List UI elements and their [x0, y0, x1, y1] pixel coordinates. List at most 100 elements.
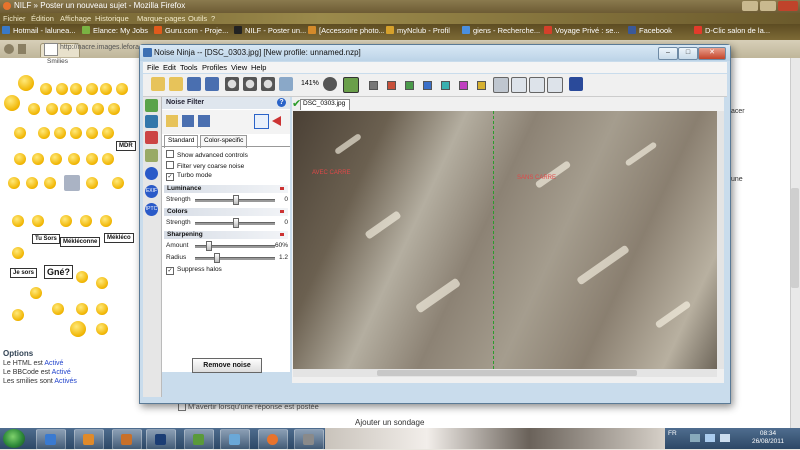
smiley-icon[interactable]: [50, 153, 62, 165]
sign-mekleco[interactable]: Mékléco: [104, 233, 134, 243]
smiley-icon[interactable]: [32, 215, 44, 227]
photo-preview[interactable]: [293, 111, 717, 369]
colors-slider-thumb[interactable]: [233, 218, 239, 228]
menu-historique[interactable]: Historique: [95, 14, 129, 23]
smiley-icon[interactable]: [80, 215, 92, 227]
bookmark-elance[interactable]: Elance: My Jobs: [82, 26, 152, 37]
colors-section[interactable]: Colors: [164, 208, 288, 216]
close-icon[interactable]: [778, 1, 798, 11]
split-vertical-icon[interactable]: [511, 77, 527, 93]
smiley-icon[interactable]: [76, 271, 88, 283]
smiley-icon[interactable]: [96, 323, 108, 335]
sign-mekleconne[interactable]: Mékléconne: [60, 237, 101, 247]
smiley-icon[interactable]: [28, 103, 40, 115]
sign-je-sors[interactable]: Je sors: [10, 268, 38, 278]
save-profile-icon[interactable]: [182, 115, 194, 127]
bookmark-facebook[interactable]: Facebook: [628, 26, 690, 37]
red-swatch-icon[interactable]: [387, 81, 396, 90]
magenta-swatch-icon[interactable]: [459, 81, 468, 90]
smiley-icon[interactable]: [32, 153, 44, 165]
smiley-icon[interactable]: [70, 127, 82, 139]
iptc-icon[interactable]: IPTC: [145, 203, 158, 216]
smiley-icon[interactable]: [86, 127, 98, 139]
smiley-icon[interactable]: [56, 83, 68, 95]
menu-fichier[interactable]: Fichier: [3, 14, 26, 23]
smiley-icon[interactable]: [92, 103, 104, 115]
notify-checkbox[interactable]: [178, 403, 186, 411]
back-arrow-icon[interactable]: [323, 77, 337, 91]
cyan-swatch-icon[interactable]: [441, 81, 450, 90]
clock[interactable]: 08:34 26/08/2011: [752, 430, 784, 446]
firefox-window-controls[interactable]: [742, 1, 798, 11]
save-profile-as-icon[interactable]: [198, 115, 210, 127]
sharpening-radius-slider[interactable]: [195, 257, 275, 260]
smiley-icon[interactable]: [4, 95, 20, 111]
show-advanced-checkbox[interactable]: Show advanced controls: [166, 150, 248, 159]
coarse-noise-checkbox[interactable]: Filter very coarse noise: [166, 161, 244, 170]
bookmark-d-clic[interactable]: D-Clic salon de la...: [694, 26, 798, 37]
html-active-link[interactable]: Activé: [44, 360, 63, 367]
smiley-icon[interactable]: [60, 103, 72, 115]
smiley-icon[interactable]: [100, 215, 112, 227]
smiley-icon[interactable]: [64, 175, 80, 191]
luminance-section[interactable]: Luminance: [164, 185, 288, 193]
smiley-icon[interactable]: [102, 127, 114, 139]
histogram-icon[interactable]: [145, 99, 158, 112]
side-by-side-icon[interactable]: [547, 77, 563, 93]
brush-icon[interactable]: [145, 131, 158, 144]
menu-edition[interactable]: Édition: [31, 14, 54, 23]
smiley-icon[interactable]: [8, 177, 20, 189]
single-view-icon[interactable]: [493, 77, 509, 93]
smiley-icon[interactable]: [100, 83, 112, 95]
bookmark-mynclub[interactable]: myNclub - Profil: [386, 26, 460, 37]
smiley-icon[interactable]: [70, 321, 86, 337]
bookmark-hotmail[interactable]: Hotmail - lalunea...: [2, 26, 82, 37]
smiley-icon[interactable]: [46, 103, 58, 115]
smiley-icon[interactable]: [54, 127, 66, 139]
smiley-icon[interactable]: [108, 103, 120, 115]
zoom-in-icon[interactable]: [225, 77, 239, 91]
green-swatch-icon[interactable]: [405, 81, 414, 90]
noise-filter-icon[interactable]: [145, 115, 158, 128]
smiley-icon[interactable]: [52, 303, 64, 315]
bookmark-giens[interactable]: giens - Recherche...: [462, 26, 542, 37]
open-profile-icon[interactable]: [169, 77, 183, 91]
maximize-icon[interactable]: [760, 1, 776, 11]
taskbar-noise-ninja[interactable]: [294, 429, 324, 450]
nn-maximize-icon[interactable]: □: [678, 47, 698, 60]
taskbar-explorer[interactable]: [36, 429, 66, 450]
split-horizontal-icon[interactable]: [529, 77, 545, 93]
minimize-icon[interactable]: [742, 1, 758, 11]
smiley-icon[interactable]: [26, 177, 38, 189]
nn-menu-help[interactable]: Help: [251, 63, 266, 72]
save-as-icon[interactable]: [205, 77, 219, 91]
sign-tu-sors[interactable]: Tu Sors: [32, 234, 60, 244]
turbo-mode-checkbox[interactable]: ✓ Turbo mode: [166, 172, 212, 181]
smiley-icon[interactable]: [86, 153, 98, 165]
color-icon[interactable]: [145, 149, 158, 162]
bbcode-active-link[interactable]: Activé: [52, 369, 71, 376]
collapse-arrow-icon[interactable]: [272, 116, 281, 126]
sign-mdr[interactable]: MDR: [116, 141, 136, 151]
reset-icon[interactable]: [254, 114, 269, 129]
start-button-icon[interactable]: [3, 429, 25, 448]
open-folder-icon[interactable]: [151, 77, 165, 91]
sign-gne[interactable]: Gné?: [44, 265, 74, 279]
luminance-slider-thumb[interactable]: [233, 195, 239, 205]
smiley-icon[interactable]: [68, 153, 80, 165]
amount-slider-thumb[interactable]: [206, 241, 212, 251]
page-scrollbar-thumb[interactable]: [791, 188, 799, 288]
menu-outils[interactable]: Outils: [188, 14, 207, 23]
image-tab[interactable]: DSC_0303.jpg: [300, 99, 350, 110]
smiley-icon[interactable]: [30, 287, 42, 299]
smiley-icon[interactable]: [12, 309, 24, 321]
preview-icon[interactable]: [343, 77, 359, 93]
image-horizontal-thumb[interactable]: [377, 370, 637, 376]
nn-menu-edit[interactable]: Edit: [163, 63, 176, 72]
taskbar-media[interactable]: [74, 429, 104, 450]
smiley-icon[interactable]: [112, 177, 124, 189]
smiley-icon[interactable]: [12, 215, 24, 227]
smiley-icon[interactable]: [38, 127, 50, 139]
blue-swatch-icon[interactable]: [423, 81, 432, 90]
url-text[interactable]: http://nacre.images.lefora...: [60, 44, 145, 51]
